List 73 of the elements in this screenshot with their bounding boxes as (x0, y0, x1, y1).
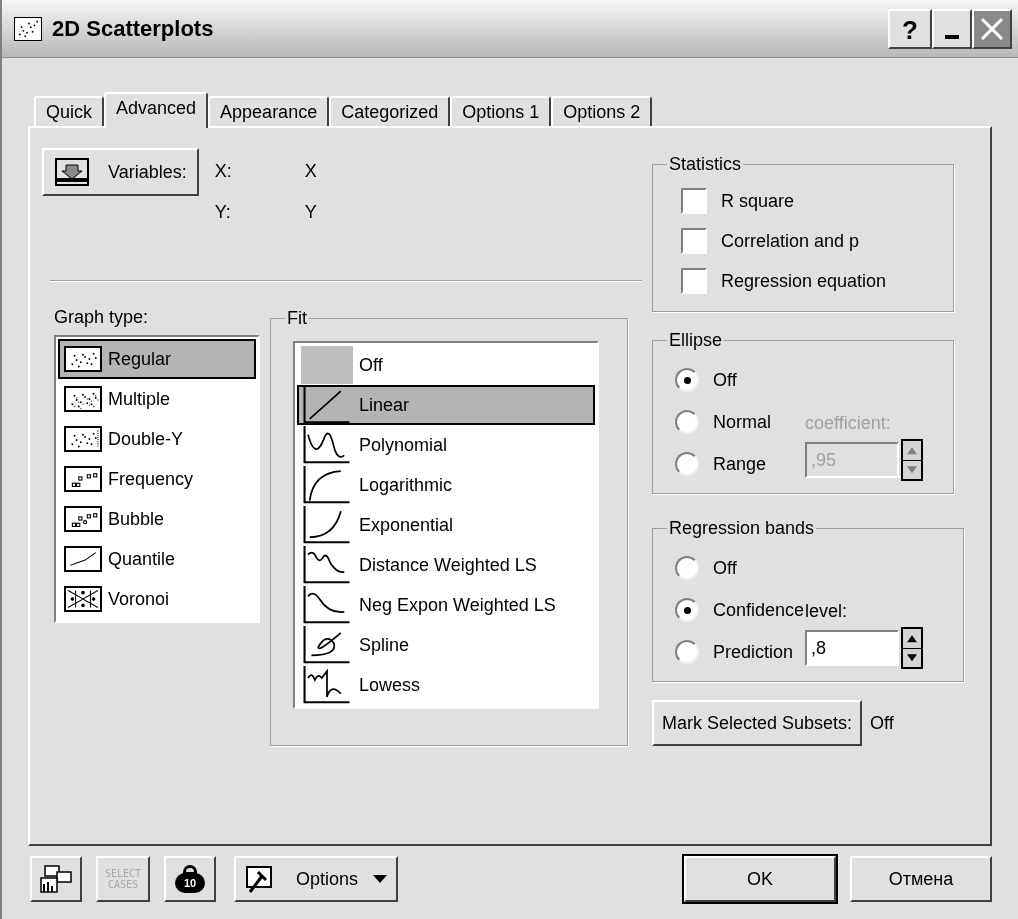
radio-button[interactable] (675, 556, 699, 580)
tab[interactable]: Options 1 (450, 96, 552, 126)
list-item[interactable]: Polynomial (297, 425, 595, 465)
scatter-icon (64, 386, 102, 412)
radio-label: Confidence (713, 598, 805, 622)
checkbox-label: R square (721, 189, 795, 213)
list-item[interactable]: Frequency (58, 459, 256, 499)
tab[interactable]: Appearance (208, 96, 330, 126)
scatter-icon (14, 16, 42, 41)
scatter-icon (64, 506, 102, 532)
cancel-button[interactable]: Отмена (850, 856, 992, 902)
pen-on-frame-icon (244, 864, 274, 894)
window-icon-button[interactable] (30, 856, 82, 902)
radio-label: Range (713, 452, 767, 476)
radio-label: Normal (713, 410, 771, 434)
variable-value: X (304, 160, 318, 183)
blank-swatch (301, 346, 353, 384)
field-label: coefficient: (805, 412, 892, 435)
tab[interactable]: Advanced (104, 92, 209, 128)
radio-label: Off (713, 368, 737, 392)
weight-button[interactable]: 10 (164, 856, 216, 902)
checkbox[interactable] (681, 268, 707, 294)
checkbox[interactable] (681, 188, 707, 214)
checkbox[interactable] (681, 228, 707, 254)
tab[interactable]: Categorized (329, 96, 451, 126)
voronoi-icon (64, 586, 102, 612)
radio-label: Off (713, 556, 737, 580)
checkbox-label: Correlation and p (721, 229, 860, 253)
list-item[interactable]: Voronoi (58, 579, 256, 619)
mark-subsets-button[interactable]: Mark Selected Subsets: (652, 700, 863, 746)
list-item[interactable]: Multiple (58, 379, 256, 419)
radio-label: Prediction (713, 640, 794, 664)
caret-icon (372, 874, 389, 884)
scatter-icon (64, 346, 102, 372)
list-item[interactable]: Spline (297, 625, 595, 665)
tab[interactable]: Quick (34, 96, 104, 126)
window-title: 2D Scatterplots (52, 15, 215, 43)
tab[interactable]: Options 2 (551, 96, 653, 126)
field-label: level: (805, 600, 849, 623)
list-item[interactable]: Double-Y (58, 419, 256, 459)
spin-buttons[interactable] (901, 627, 923, 669)
checkbox-label: Regression equation (721, 269, 887, 293)
minimize-button[interactable] (932, 8, 972, 49)
close-icon (979, 15, 1005, 42)
mark-subsets-value: Off (870, 711, 894, 735)
ok-button[interactable]: OK (684, 856, 836, 902)
list-item[interactable]: Quantile (58, 539, 256, 579)
number-field[interactable]: ,8 (805, 630, 899, 666)
tray-icon (54, 157, 90, 187)
radio-button[interactable] (675, 598, 699, 622)
list-item[interactable]: Off (297, 345, 595, 385)
list-item[interactable]: Bubble (58, 499, 256, 539)
list-item[interactable]: Exponential (297, 505, 595, 545)
variables-button[interactable]: Variables: (42, 148, 199, 196)
variable-label: X: (214, 160, 233, 183)
scatter-icon (64, 466, 102, 492)
variable-value: Y (304, 201, 318, 224)
list-item[interactable]: Distance Weighted LS (297, 545, 595, 585)
line-chart-icon (64, 546, 102, 572)
spin-buttons[interactable] (901, 439, 923, 481)
list-item[interactable]: Logarithmic (297, 465, 595, 505)
list-item[interactable]: Linear (297, 385, 595, 425)
options-button[interactable]: Options (234, 856, 399, 902)
help-button[interactable]: ? (888, 8, 932, 49)
variable-label: Y: (214, 201, 232, 224)
windows-chart-icon (39, 864, 73, 894)
list-item[interactable]: Lowess (297, 665, 595, 705)
list-item[interactable]: Regular (58, 339, 256, 379)
radio-button[interactable] (675, 640, 699, 664)
graph-type-label: Graph type: (54, 306, 150, 329)
scatter-icon (64, 426, 102, 452)
close-button[interactable] (972, 8, 1012, 49)
list-item[interactable]: Neg Expon Weighted LS (297, 585, 595, 625)
